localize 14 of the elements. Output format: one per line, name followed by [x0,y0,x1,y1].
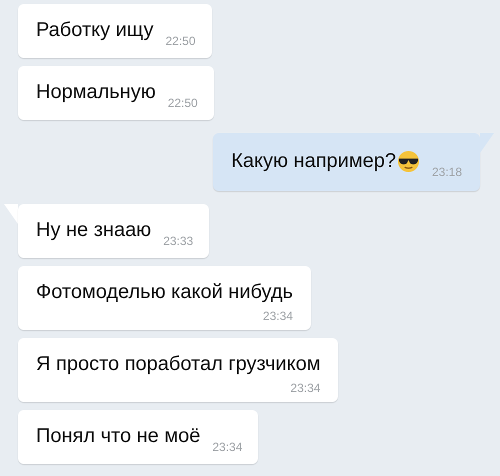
message-text: Какую например? [231,149,396,174]
message-time: 23:34 [290,381,320,395]
message-text: Я просто поработал грузчиком [36,352,320,377]
message-time: 23:18 [432,165,462,179]
message-text: Понял что не моё [36,424,200,449]
message-text: Нормальную [36,80,156,105]
message-time: 23:34 [262,309,293,323]
message-text: Работку ищу [36,18,154,43]
message-time: 22:50 [168,96,198,110]
message-time: 23:33 [163,234,194,248]
message-time: 22:50 [165,34,196,48]
message-text: Ну не знааю [36,218,152,243]
message-text: Фотомоделью какой нибудь [36,280,293,305]
message-time: 23:34 [212,440,242,454]
